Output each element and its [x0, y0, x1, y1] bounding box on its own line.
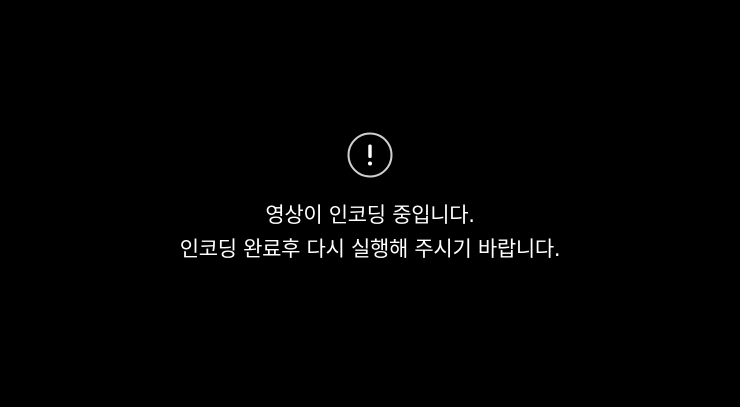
encoding-message-line-2: 인코딩 완료후 다시 실행해 주시기 바랍니다. [179, 237, 561, 261]
exclamation-circle-icon [347, 132, 393, 178]
encoding-notice: 영상이 인코딩 중입니다. 인코딩 완료후 다시 실행해 주시기 바랍니다. [0, 132, 740, 266]
encoding-message: 영상이 인코딩 중입니다. 인코딩 완료후 다시 실행해 주시기 바랍니다. [180, 198, 561, 266]
encoding-message-line-1: 영상이 인코딩 중입니다. [265, 203, 475, 227]
video-player: 영상이 인코딩 중입니다. 인코딩 완료후 다시 실행해 주시기 바랍니다. [0, 0, 740, 407]
